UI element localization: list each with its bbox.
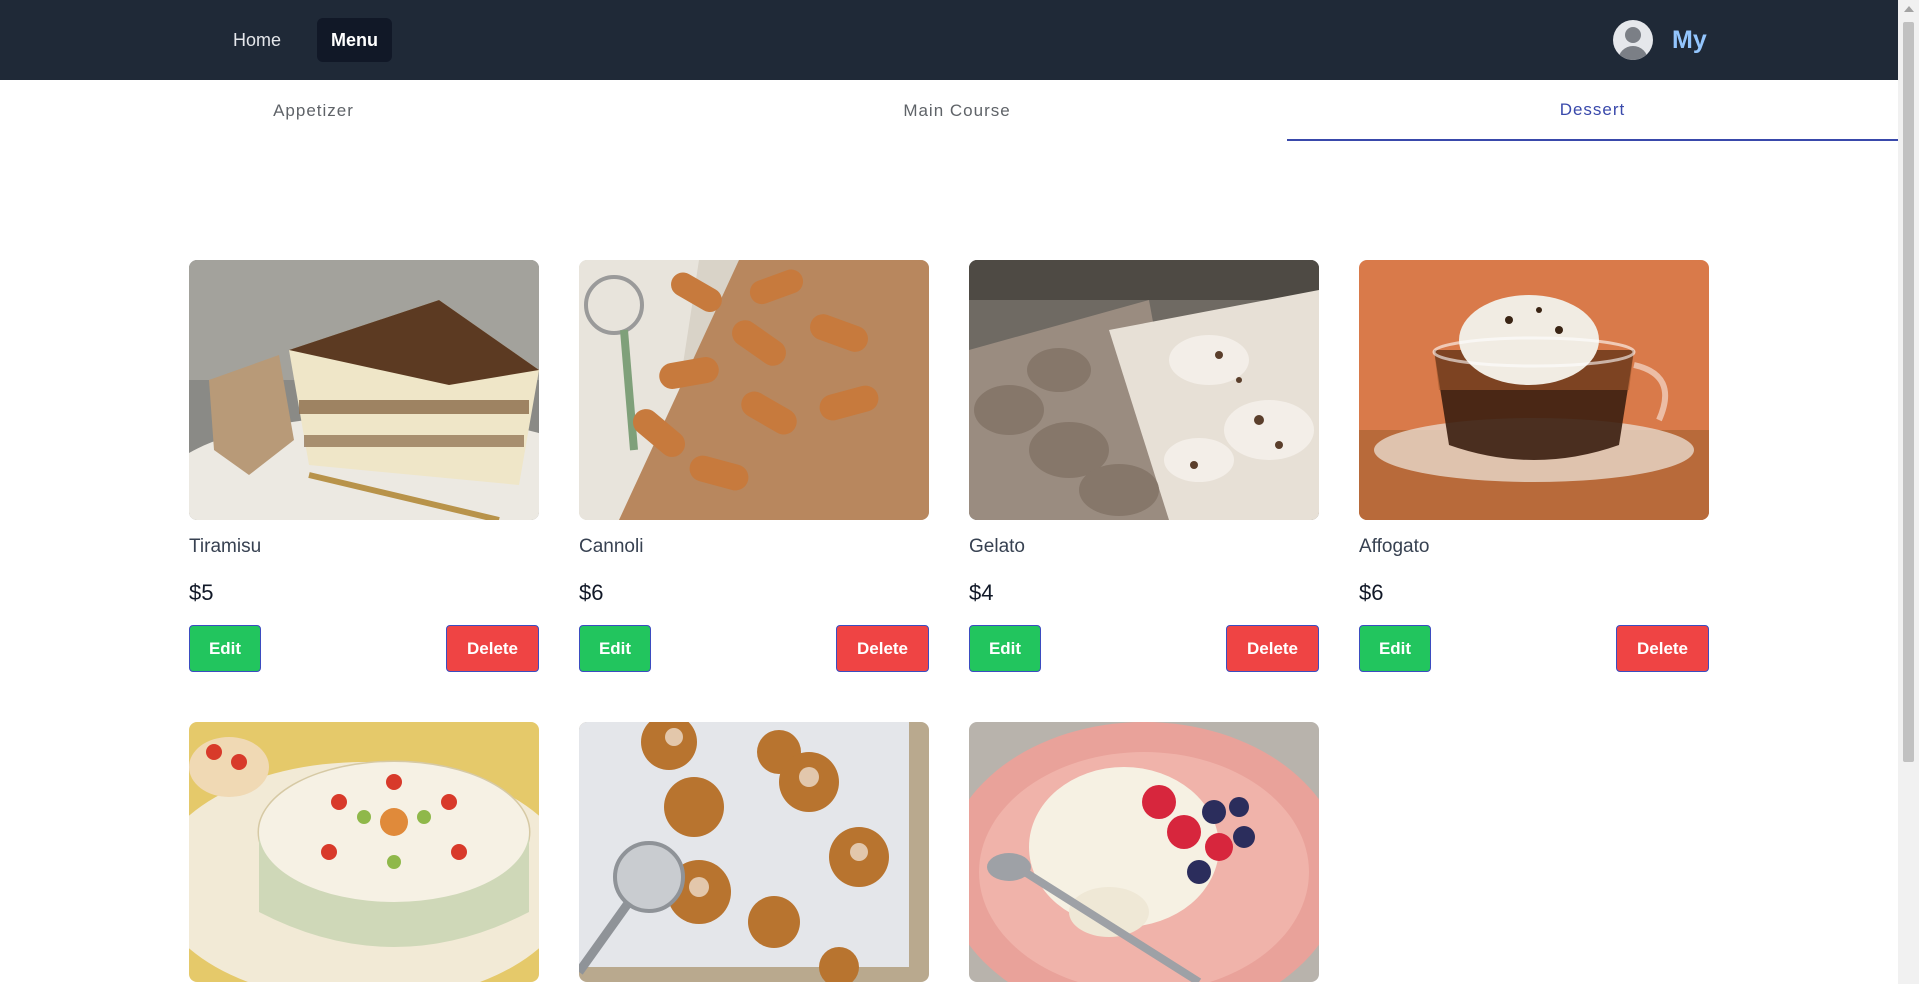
item-name: Cannoli	[579, 536, 644, 557]
menu-item-card	[579, 722, 929, 982]
edit-button[interactable]: Edit	[579, 625, 651, 672]
edit-button[interactable]: Edit	[1359, 625, 1431, 672]
item-price: $5	[189, 580, 214, 605]
menu-item-card: Tiramisu $5 Edit Delete	[189, 260, 539, 672]
tab-appetizer[interactable]: Appetizer	[0, 80, 627, 141]
avatar-head-shape	[1625, 27, 1641, 43]
item-name: Tiramisu	[189, 536, 262, 557]
menu-item-card	[969, 722, 1319, 982]
tab-main-course[interactable]: Main Course	[627, 80, 1287, 141]
category-tabs: Appetizer Main Course Dessert	[0, 80, 1898, 141]
user-avatar-icon[interactable]	[1613, 20, 1653, 60]
tiramisu-image	[189, 260, 539, 520]
scroll-thumb[interactable]	[1903, 22, 1914, 762]
page-scrollbar[interactable]	[1898, 0, 1919, 984]
menu-item-card: Affogato $6 Edit Delete	[1359, 260, 1709, 672]
item-name: Gelato	[969, 536, 1025, 557]
gelato-image	[969, 260, 1319, 520]
edit-button[interactable]: Edit	[969, 625, 1041, 672]
cannoli-image	[579, 260, 929, 520]
edit-button[interactable]: Edit	[189, 625, 261, 672]
affogato-image	[1359, 260, 1709, 520]
tab-dessert[interactable]: Dessert	[1287, 80, 1898, 141]
user-menu-label[interactable]: My	[1672, 26, 1707, 55]
nav-home-button[interactable]: Home	[222, 18, 292, 62]
item-price: $6	[1359, 580, 1384, 605]
menu-item-card	[189, 722, 539, 982]
scroll-up-arrow-icon[interactable]	[1904, 6, 1914, 12]
zeppole-image	[579, 722, 929, 982]
avatar-body-shape	[1618, 46, 1648, 60]
delete-button[interactable]: Delete	[446, 625, 539, 672]
panna-cotta-image	[969, 722, 1319, 982]
item-price: $4	[969, 580, 994, 605]
menu-item-card: Cannoli $6 Edit Delete	[579, 260, 929, 672]
menu-item-card: Gelato $4 Edit Delete	[969, 260, 1319, 672]
top-navbar: Home Menu My	[0, 0, 1898, 80]
item-name: Affogato	[1359, 536, 1430, 557]
delete-button[interactable]: Delete	[836, 625, 929, 672]
item-price: $6	[579, 580, 604, 605]
cassata-image	[189, 722, 539, 982]
nav-menu-button[interactable]: Menu	[317, 18, 392, 62]
delete-button[interactable]: Delete	[1226, 625, 1319, 672]
delete-button[interactable]: Delete	[1616, 625, 1709, 672]
